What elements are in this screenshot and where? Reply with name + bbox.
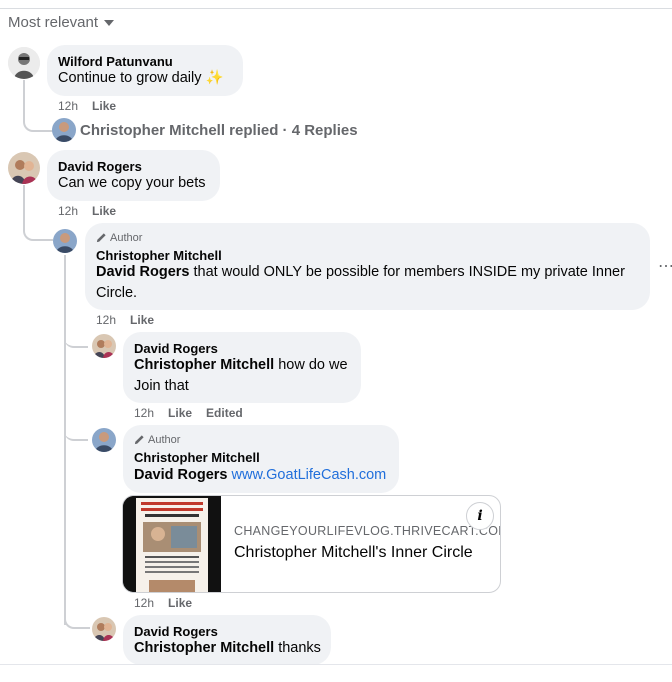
view-replies-link[interactable]: Christopher Mitchell replied · 4 Replies bbox=[80, 122, 358, 139]
reply-actions: 12h Like Edited bbox=[134, 406, 257, 420]
comment-text: Continue to grow daily ✨ bbox=[58, 70, 224, 86]
reply-actions: 12h Like bbox=[134, 596, 206, 610]
avatar-christopher-icon bbox=[92, 428, 116, 452]
avatar[interactable] bbox=[92, 617, 116, 641]
thread-connector bbox=[64, 320, 88, 348]
comment-author[interactable]: Wilford Patunvanu bbox=[58, 54, 173, 69]
like-button[interactable]: Like bbox=[92, 204, 116, 218]
reply-time[interactable]: 12h bbox=[134, 406, 154, 420]
like-button[interactable]: Like bbox=[168, 596, 192, 610]
link-preview-domain: CHANGEYOURLIFEVLOG.THRIVECART.COM bbox=[234, 524, 501, 538]
like-button[interactable]: Like bbox=[130, 313, 154, 327]
avatar-david-icon bbox=[8, 152, 40, 184]
avatar[interactable] bbox=[92, 428, 116, 452]
thread-connector bbox=[64, 412, 88, 441]
comment-text: Can we copy your bets bbox=[58, 175, 206, 191]
comment-actions: 12h Like bbox=[58, 204, 130, 218]
mention[interactable]: Christopher Mitchell bbox=[134, 357, 274, 373]
author-badge-label: Author bbox=[110, 232, 143, 244]
reply-time[interactable]: 12h bbox=[134, 596, 154, 610]
bottom-divider bbox=[0, 664, 672, 665]
author-badge-label: Author bbox=[148, 434, 181, 446]
reply-body: thanks bbox=[274, 640, 321, 656]
reply-text: Christopher Mitchell how do we Join that bbox=[134, 355, 356, 397]
reply-author[interactable]: David Rogers bbox=[134, 341, 218, 356]
reply-text: David Rogers www.GoatLifeCash.com bbox=[134, 465, 396, 486]
pencil-icon bbox=[96, 233, 106, 243]
comment-time[interactable]: 12h bbox=[58, 204, 78, 218]
mention[interactable]: David Rogers bbox=[134, 467, 227, 483]
avatar bbox=[52, 118, 76, 142]
preview-thumbnail-icon bbox=[123, 496, 221, 592]
avatar-christopher-icon bbox=[52, 118, 76, 142]
thread-connector bbox=[23, 185, 53, 241]
avatar[interactable] bbox=[92, 334, 116, 358]
avatar-wilford-icon bbox=[8, 47, 40, 79]
avatar[interactable] bbox=[8, 152, 40, 184]
avatar-david-icon bbox=[92, 617, 116, 641]
edited-label[interactable]: Edited bbox=[206, 406, 243, 420]
author-badge: Author bbox=[134, 434, 180, 446]
avatar-david-icon bbox=[92, 334, 116, 358]
reply-author[interactable]: David Rogers bbox=[134, 624, 218, 639]
caret-down-icon bbox=[104, 20, 115, 27]
author-badge: Author bbox=[96, 232, 142, 244]
reply-text: Christopher Mitchell thanks bbox=[134, 638, 330, 659]
thread-line bbox=[64, 255, 66, 625]
avatar[interactable] bbox=[53, 229, 77, 253]
avatar-christopher-icon bbox=[53, 229, 77, 253]
like-button[interactable]: Like bbox=[168, 406, 192, 420]
more-options-icon[interactable]: ⋯ bbox=[658, 256, 672, 276]
mention[interactable]: Christopher Mitchell bbox=[134, 640, 274, 656]
reply-author[interactable]: Christopher Mitchell bbox=[134, 450, 260, 465]
sort-label: Most relevant bbox=[8, 14, 99, 31]
thread-connector bbox=[23, 80, 53, 132]
like-button[interactable]: Like bbox=[92, 99, 116, 113]
info-icon[interactable]: i bbox=[466, 502, 494, 530]
top-divider bbox=[0, 8, 672, 9]
comment-time[interactable]: 12h bbox=[58, 99, 78, 113]
reply-link[interactable]: www.GoatLifeCash.com bbox=[232, 467, 387, 483]
link-preview-image bbox=[123, 496, 221, 592]
mention[interactable]: David Rogers bbox=[96, 264, 189, 280]
avatar[interactable] bbox=[8, 47, 40, 79]
sort-dropdown[interactable]: Most relevant bbox=[8, 14, 115, 31]
comment-author[interactable]: David Rogers bbox=[58, 159, 142, 174]
comment-actions: 12h Like bbox=[58, 99, 130, 113]
pencil-icon bbox=[134, 435, 144, 445]
thread-connector bbox=[64, 600, 90, 629]
reply-actions: 12h Like bbox=[96, 313, 168, 327]
reply-text: David Rogers that would ONLY be possible… bbox=[96, 262, 642, 304]
link-preview-card[interactable]: CHANGEYOURLIFEVLOG.THRIVECART.COM Christ… bbox=[122, 495, 501, 593]
reply-time[interactable]: 12h bbox=[96, 313, 116, 327]
link-preview-title: Christopher Mitchell's Inner Circle bbox=[234, 544, 473, 561]
reply-author[interactable]: Christopher Mitchell bbox=[96, 248, 222, 263]
